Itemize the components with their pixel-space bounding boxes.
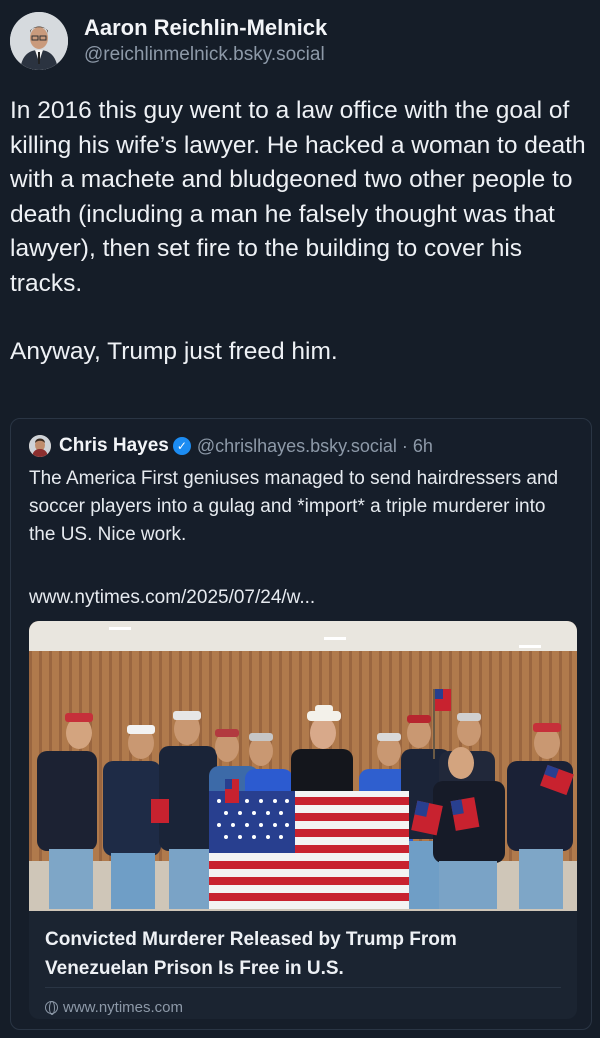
quoted-author-handle-time[interactable]: @chrislhayes.bsky.social · 6h [197,436,433,457]
post-paragraph: Anyway, Trump just freed him. [10,338,338,365]
quoted-post-link[interactable]: www.nytimes.com/2025/07/24/w... [29,587,315,609]
quoted-post-card[interactable]: Chris Hayes ✓ @chrislhayes.bsky.social ·… [10,418,592,1030]
author-display-name[interactable]: Aaron Reichlin-Melnick [84,14,327,42]
author-avatar[interactable] [10,12,68,70]
link-preview-divider [45,987,561,988]
verified-badge-icon: ✓ [172,437,191,455]
quoted-author-avatar[interactable] [29,435,51,457]
link-preview-card[interactable]: Convicted Murderer Released by Trump Fro… [29,621,577,1019]
post-body: In 2016 this guy went to a law office wi… [10,94,590,404]
quoted-post-text: The America First geniuses managed to se… [29,468,559,545]
link-preview-domain-text: www.nytimes.com [63,999,184,1016]
quoted-author-name[interactable]: Chris Hayes [59,435,169,457]
link-preview-image [29,621,577,911]
author-handle[interactable]: @reichlinmelnick.bsky.social [84,42,327,68]
link-preview-title[interactable]: Convicted Murderer Released by Trump Fro… [45,925,565,983]
quoted-post-header: Chris Hayes ✓ @chrislhayes.bsky.social ·… [29,435,433,457]
post-paragraph: In 2016 this guy went to a law office wi… [10,97,586,297]
post-header: Aaron Reichlin-Melnick @reichlinmelnick.… [10,12,327,70]
globe-icon [45,1001,58,1015]
link-preview-domain[interactable]: www.nytimes.com [45,999,183,1016]
